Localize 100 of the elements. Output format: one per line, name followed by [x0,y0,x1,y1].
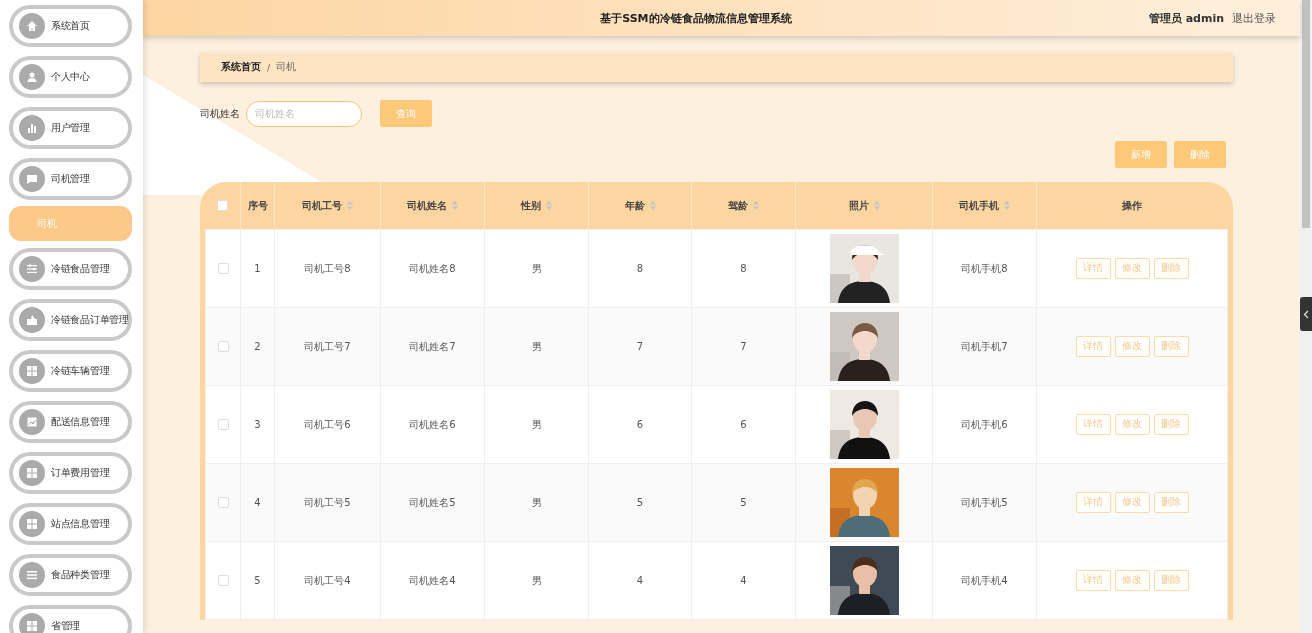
checkbox[interactable] [217,200,229,212]
scrollbar[interactable] [1300,0,1312,633]
table-cell: 司机手机8 [961,262,1008,274]
delete-button[interactable]: 删除 [1174,141,1226,168]
search-button[interactable]: 查询 [380,100,432,127]
sort-icon[interactable] [452,201,458,210]
table-cell: 男 [531,574,542,586]
detail-button[interactable]: 详情 [1075,492,1111,513]
table-cell: 6 [636,419,644,430]
table-cell: 司机工号6 [304,418,351,430]
edit-button[interactable]: 修改 [1114,336,1150,357]
sliders-icon [19,256,45,282]
edit-button[interactable]: 修改 [1114,414,1150,435]
grid-icon [19,460,45,486]
detail-button[interactable]: 详情 [1075,258,1111,279]
bag-icon [19,307,45,333]
table-cell: 司机手机5 [961,496,1008,508]
delete-button[interactable]: 删除 [1153,258,1189,279]
table-cell: 司机工号8 [304,262,351,274]
edit-button[interactable]: 修改 [1114,492,1150,513]
column-header: 驾龄 [728,199,748,211]
delete-button[interactable]: 删除 [1153,414,1189,435]
checkbox[interactable] [217,419,229,431]
collapse-tab[interactable] [1300,297,1312,331]
table-cell: 5 [254,575,261,586]
sidebar-item[interactable]: 冷链食品订单管理 [9,299,132,341]
column-header: 年龄 [624,199,645,211]
sidebar-item[interactable]: 司机管理 [9,158,132,200]
delete-button[interactable]: 删除 [1153,336,1189,357]
sort-icon[interactable] [1004,201,1010,210]
edit-button[interactable]: 修改 [1114,258,1150,279]
column-header: 司机工号 [302,199,342,211]
bar-chart-icon [19,115,45,141]
sidebar-item[interactable]: 个人中心 [9,56,132,98]
breadcrumb-item[interactable]: 系统首页 [221,61,261,74]
table-cell: 司机手机6 [961,418,1008,430]
user-icon [19,64,45,90]
delete-button[interactable]: 删除 [1153,492,1189,513]
chevron-left-icon [1303,309,1309,319]
checkbox[interactable] [217,575,229,587]
sidebar-item[interactable]: 站点信息管理 [9,503,132,545]
sidebar-item[interactable]: 冷链车辆管理 [9,350,132,392]
chart-icon [19,409,45,435]
table-cell: 男 [531,418,542,430]
detail-button[interactable]: 详情 [1075,414,1111,435]
checkbox[interactable] [217,263,229,275]
sidebar-item[interactable]: 省管理 [9,605,132,633]
sort-icon[interactable] [753,201,759,210]
table-cell: 司机手机7 [961,340,1008,352]
sidebar-item[interactable]: 订单费用管理 [9,452,132,494]
chat-icon [19,166,45,192]
table-cell: 司机姓名4 [409,574,456,586]
detail-button[interactable]: 详情 [1075,570,1111,591]
table-cell: 6 [740,419,747,430]
sidebar-item[interactable]: 用户管理 [9,107,132,149]
table-cell: 司机姓名8 [409,262,456,274]
table-cell: 4 [636,575,644,586]
sidebar-item[interactable]: 冷链食品管理 [9,248,132,290]
sidebar-item[interactable]: 食品种类管理 [9,554,132,596]
sort-icon[interactable] [546,201,552,210]
table-cell: 5 [740,497,747,508]
checkbox[interactable] [217,497,229,509]
grid-icon [19,511,45,537]
sidebar-item[interactable]: 配送信息管理 [9,401,132,443]
sidebar-subitem[interactable]: 司机 [9,206,132,241]
home-icon [19,13,45,39]
table-cell: 司机姓名7 [409,340,456,352]
table-cell: 男 [531,340,542,352]
table-cell: 7 [636,341,644,352]
sort-icon[interactable] [649,201,656,210]
table-cell: 司机工号7 [304,340,351,352]
table-cell: 4 [740,575,747,586]
column-header: 司机手机 [959,199,999,211]
user-label: 管理员 admin [1148,10,1224,26]
sidebar-item[interactable]: 系统首页 [9,5,132,47]
delete-button[interactable]: 删除 [1153,570,1189,591]
sort-icon[interactable] [873,201,880,210]
column-header: 操作 [1122,199,1143,211]
scrollbar-thumb[interactable] [1302,0,1310,228]
list-icon [19,562,45,588]
table-cell: 2 [254,341,261,352]
add-button[interactable]: 新增 [1115,141,1167,168]
breadcrumb-item: 司机 [276,61,297,74]
table-cell: 5 [636,497,644,508]
table-cell: 8 [636,263,644,274]
app-title: 基于SSM的冷链食品物流信息管理系统 [599,10,793,26]
detail-button[interactable]: 详情 [1075,336,1111,357]
table-cell: 8 [740,263,747,274]
table-cell: 男 [531,496,542,508]
column-header: 照片 [848,199,869,211]
table-cell: 1 [254,263,261,274]
table-cell: 司机姓名5 [409,496,456,508]
table-cell: 男 [531,262,542,274]
sort-icon[interactable] [347,201,353,210]
table-cell: 4 [254,497,261,508]
logout-link[interactable]: 退出登录 [1232,10,1276,26]
column-header: 性别 [521,199,541,211]
checkbox[interactable] [217,341,229,353]
column-header: 序号 [247,199,268,211]
edit-button[interactable]: 修改 [1114,570,1150,591]
